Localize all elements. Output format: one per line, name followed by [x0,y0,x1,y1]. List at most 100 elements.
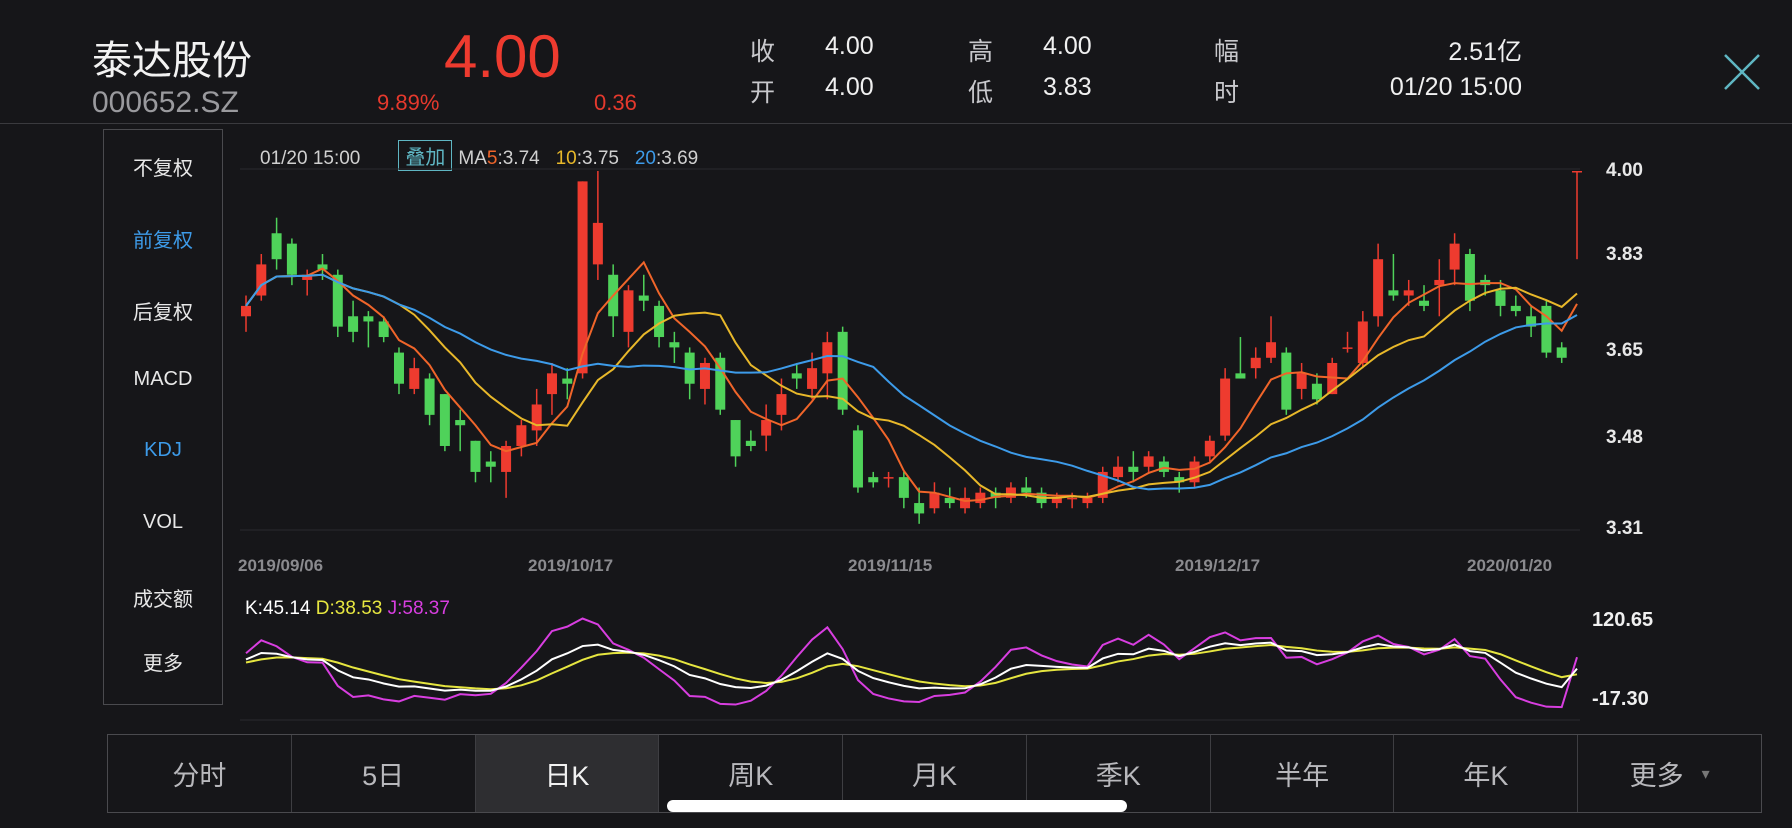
candle [348,300,359,343]
candle [1449,233,1460,286]
candle [1296,362,1307,400]
candle [1082,492,1093,509]
candle [761,404,772,452]
date-label: 2019/12/17 [1175,556,1261,575]
candle-body [699,362,710,389]
price-label: 4.00 [1606,160,1643,181]
candle-body [975,492,986,504]
candle-body [531,404,542,431]
candle [271,217,282,270]
candle-body [868,477,879,483]
candle [684,347,695,400]
chevron-down-icon: ▾ [1701,765,1710,783]
candle-body [1113,466,1124,478]
candle [286,238,297,286]
candle [1541,300,1552,358]
candle-body [348,316,359,332]
candle-body [363,316,374,322]
candle-body [485,461,496,467]
kdj-max-label: 120.65 [1592,609,1654,631]
candle [822,331,833,400]
candle-body [1296,373,1307,389]
candle-body [761,420,772,436]
candle-body [1128,466,1139,472]
j-line [245,617,1578,709]
candle-body [1434,279,1445,286]
candle [1419,285,1430,312]
tab-yearly-k[interactable]: 年K [1394,735,1579,812]
candle-body [669,342,680,348]
candle [623,285,634,348]
candle [898,471,909,509]
tab-half-year[interactable]: 半年 [1211,735,1395,812]
date-label: 2019/09/06 [238,556,324,575]
candle [1342,331,1353,353]
candle [1373,243,1384,327]
candle-body [1572,171,1582,173]
candle-body [715,357,726,410]
candle-body [546,373,557,395]
candle-body [1311,383,1322,400]
candle-body [241,305,251,317]
tab-more[interactable]: 更多 ▾ [1578,735,1761,812]
candle-body [1281,352,1292,410]
candle [1128,451,1139,483]
candle-body [393,352,404,384]
candle [791,362,802,389]
candle-body [730,420,741,457]
candle [638,274,649,312]
candle [1005,482,1016,504]
candle [699,357,710,405]
candle [439,394,450,452]
kline-chart[interactable] [0,0,1792,828]
candle-body [1250,357,1261,369]
candle-body [1143,456,1154,467]
candle-body [929,492,940,509]
candle [516,420,527,457]
price-label: 3.48 [1606,427,1643,448]
candle-body [623,290,634,332]
candle [1388,254,1399,301]
tab-intraday[interactable]: 分时 [108,735,292,812]
home-indicator[interactable] [667,800,1127,812]
candle-body [1464,254,1475,301]
candle-body [409,368,420,389]
candle [546,362,557,415]
candle-body [1266,342,1277,358]
candle [1250,347,1261,379]
candle [929,482,940,514]
candle-body [1403,290,1414,296]
candle [745,430,756,452]
d-line [245,644,1578,691]
candle-body [424,378,435,415]
candle-body [1342,347,1353,349]
candle-body [1556,347,1567,358]
candle [1189,456,1200,488]
candle-body [852,430,863,488]
candle-body [638,295,649,301]
candle [1510,295,1521,317]
candle-body [562,378,573,384]
candle [1572,171,1582,260]
candle [1097,466,1108,504]
candle [730,420,741,467]
tab-5day[interactable]: 5日 [292,735,476,812]
candle [1158,456,1169,478]
candle [393,347,404,395]
candle [363,311,374,348]
candle-body [470,440,481,472]
date-label: 2019/11/15 [848,556,933,575]
candle-body [776,394,787,415]
candle-body [1158,461,1169,472]
date-label: 2020/01/20 [1467,556,1553,575]
candle-body [1449,243,1460,270]
candle-body [286,243,297,275]
candle [470,440,481,483]
candle-body [592,222,603,265]
candle-body [1204,440,1215,457]
tab-daily-k[interactable]: 日K [475,735,660,812]
candle-body [745,440,756,446]
price-label: 3.31 [1606,518,1643,539]
candle-body [807,368,818,389]
candle-body [1220,378,1231,436]
